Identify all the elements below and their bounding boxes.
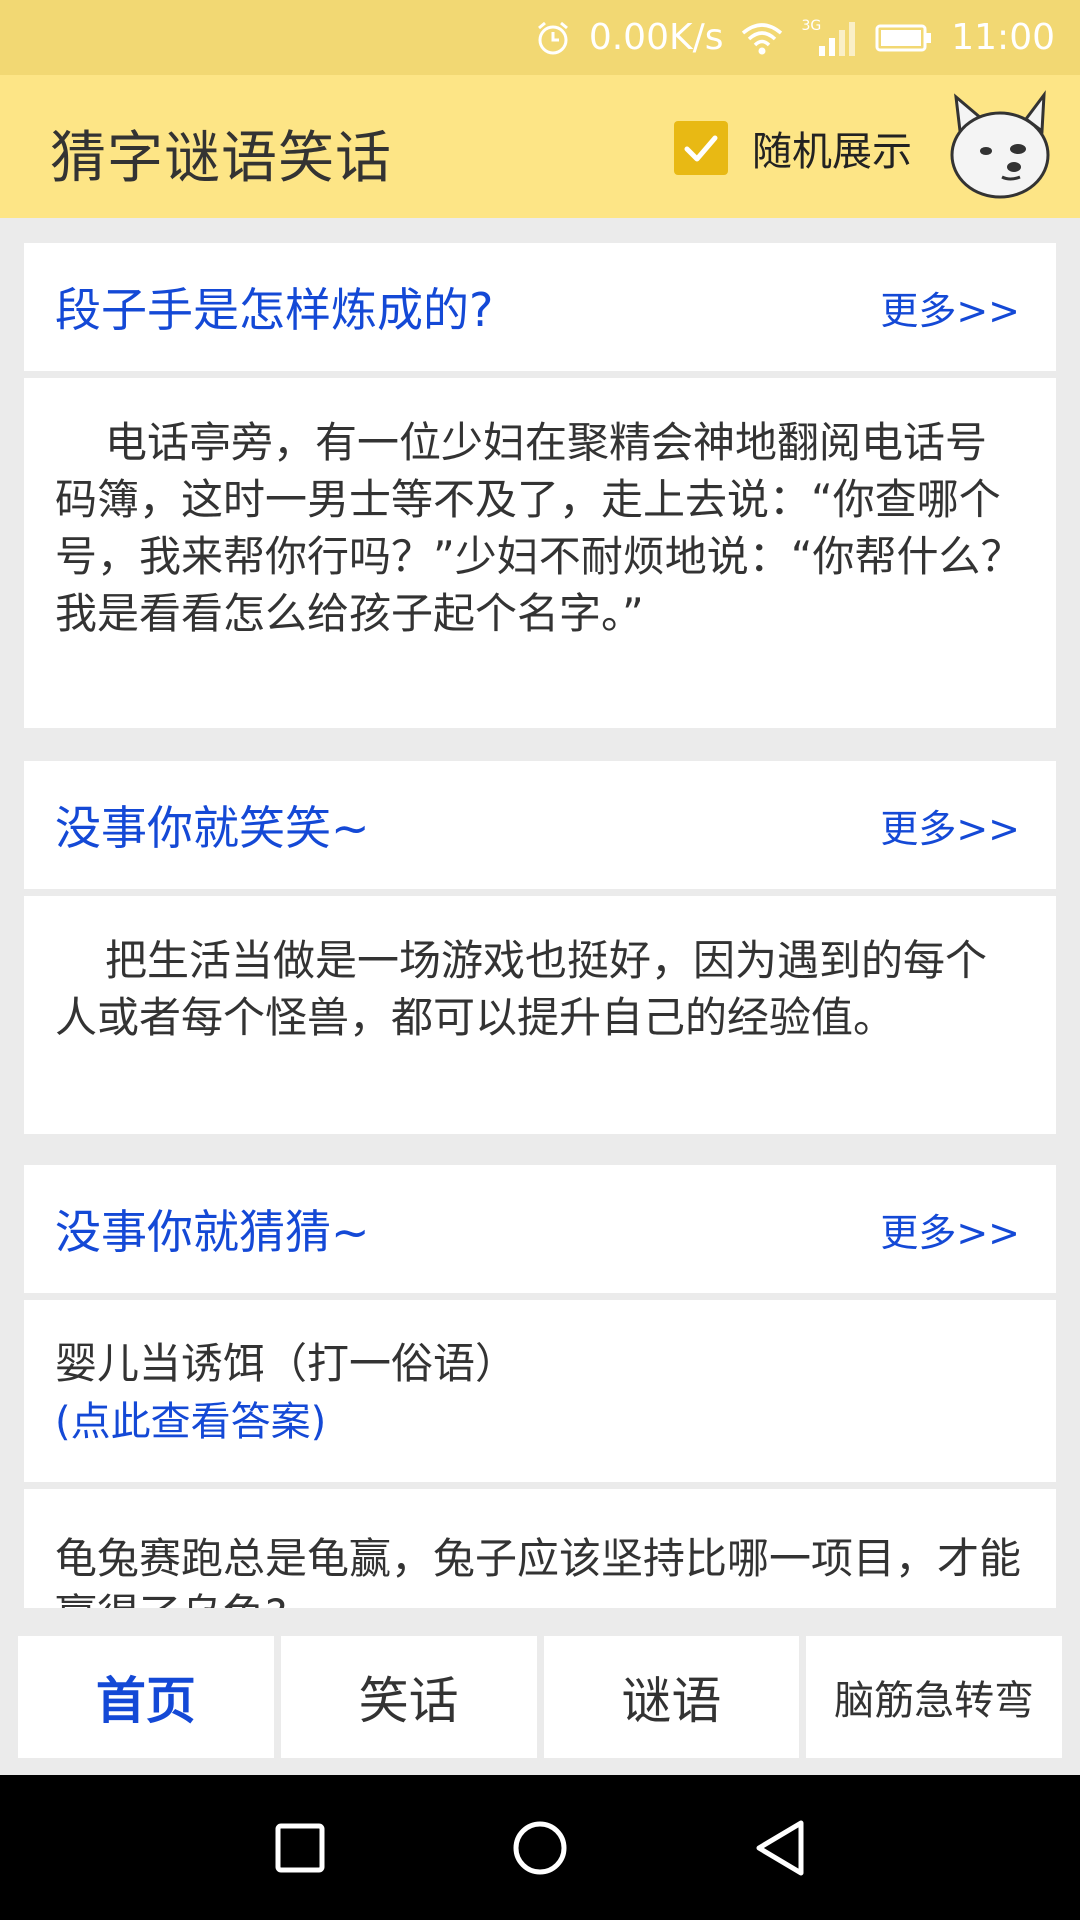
section-title: 没事你就猜猜~ [55,1205,370,1259]
app-title: 猜字谜语笑话 [50,126,392,191]
dog-face-icon [950,90,1050,199]
more-link[interactable]: 更多>> [880,1202,1020,1257]
riddle-card[interactable]: 龟兔赛跑总是龟赢，兔子应该坚持比哪一项目，才能赢得了乌龟? [24,1489,1056,1608]
riddle-question: 婴儿当诱饵（打一俗语） [55,1339,518,1388]
square-icon [275,1823,325,1872]
back-triangle-icon [756,1820,804,1875]
alarm-icon [535,20,571,56]
random-toggle[interactable]: 随机展示 [674,120,912,176]
system-nav-bar [0,1775,1080,1920]
tab-riddles[interactable]: 谜语 [543,1636,800,1758]
avatar[interactable] [946,89,1054,201]
signal-icon: 3G [801,17,857,56]
section-title: 段子手是怎样炼成的? [55,283,494,337]
joke-text: 电话亭旁，有一位少妇在聚精会神地翻阅电话号码簿，这时一男士等不及了，走上去说：“… [55,418,1023,638]
app-bar: 猜字谜语笑话 随机展示 [0,75,1080,218]
section-header-laugh: 没事你就笑笑~ 更多>> [24,761,1056,889]
wifi-icon [741,21,783,55]
battery-icon [875,23,933,53]
network-speed: 0.00K/s [588,17,724,58]
back-button[interactable] [740,1808,820,1888]
network-type: 3G [801,17,822,34]
circle-icon [513,1821,567,1874]
section-header-riddles: 没事你就猜猜~ 更多>> [24,1165,1056,1293]
joke-text: 把生活当做是一场游戏也挺好，因为遇到的每个人或者每个怪兽，都可以提升自己的经验值… [55,936,988,1042]
home-button[interactable] [500,1808,580,1888]
random-label: 随机展示 [752,129,912,175]
tab-jokes[interactable]: 笑话 [280,1636,537,1758]
tab-brain-teasers[interactable]: 脑筋急转弯 [806,1636,1062,1758]
status-bar: 0.00K/s 3G 11:00 [0,0,1080,75]
recents-button[interactable] [260,1808,340,1888]
random-checkbox[interactable] [674,121,728,175]
joke-card[interactable]: 电话亭旁，有一位少妇在聚精会神地翻阅电话号码簿，这时一男士等不及了，走上去说：“… [24,378,1056,728]
check-icon [684,135,718,162]
joke-card[interactable]: 把生活当做是一场游戏也挺好，因为遇到的每个人或者每个怪兽，都可以提升自己的经验值… [24,896,1056,1134]
section-title: 没事你就笑笑~ [55,801,370,855]
content-list[interactable]: 段子手是怎样炼成的? 更多>> 电话亭旁，有一位少妇在聚精会神地翻阅电话号码簿，… [24,243,1056,1608]
tab-home[interactable]: 首页 [18,1636,274,1758]
section-header-jokes-master: 段子手是怎样炼成的? 更多>> [24,243,1056,371]
bottom-tab-bar: 首页 笑话 谜语 脑筋急转弯 [0,1636,1080,1758]
riddle-question: 龟兔赛跑总是龟赢，兔子应该坚持比哪一项目，才能赢得了乌龟? [55,1534,1022,1608]
view-answer-link[interactable]: (点此查看答案) [55,1396,1024,1448]
more-link[interactable]: 更多>> [880,798,1020,853]
riddle-card[interactable]: 婴儿当诱饵（打一俗语） (点此查看答案) [24,1300,1056,1482]
clock: 11:00 [951,17,1055,58]
more-link[interactable]: 更多>> [880,280,1020,335]
